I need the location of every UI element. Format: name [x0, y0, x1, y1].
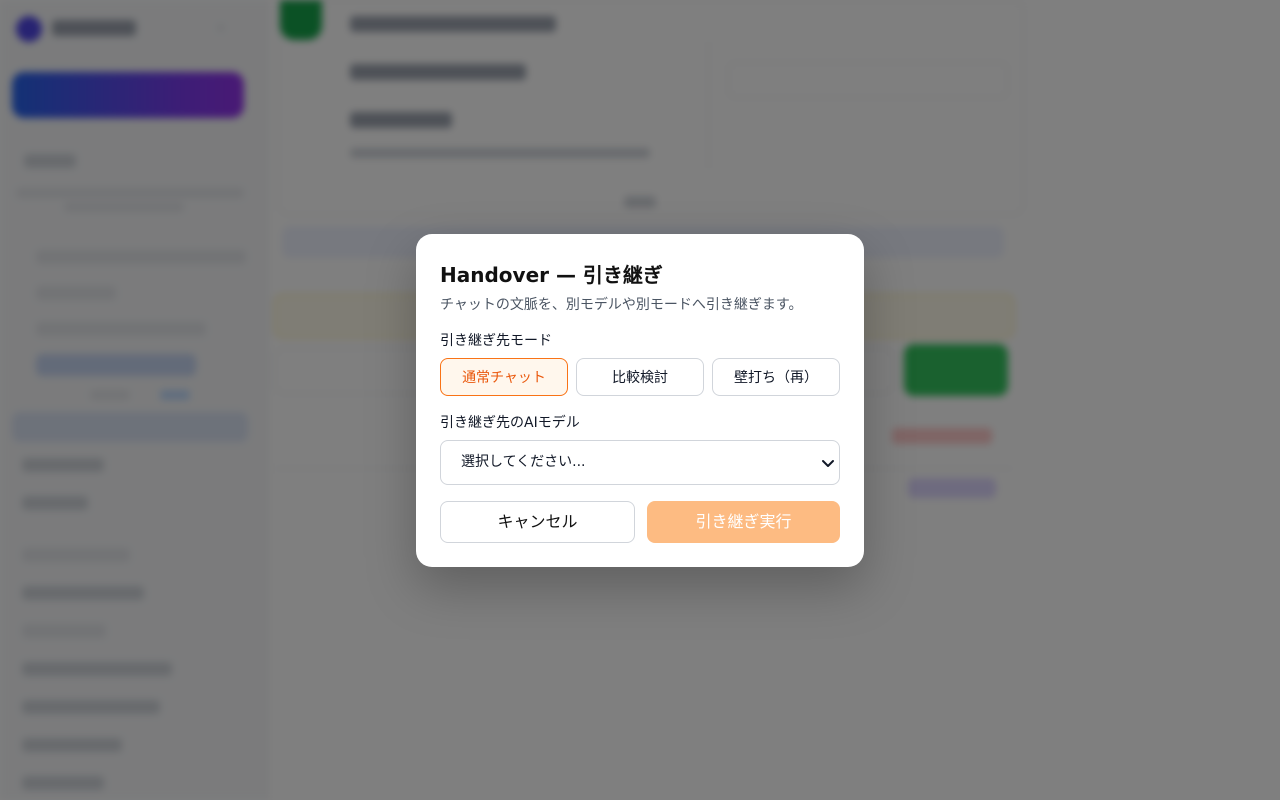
chevron-down-icon	[822, 460, 834, 467]
mode-option-comparison[interactable]: 比較検討	[576, 358, 704, 396]
mode-option-brainstorm-again[interactable]: 壁打ち（再）	[712, 358, 840, 396]
execute-handover-button[interactable]: 引き継ぎ実行	[647, 501, 840, 543]
mode-option-normal-chat[interactable]: 通常チャット	[440, 358, 568, 396]
handover-dialog: Handover — 引き継ぎ チャットの文脈を、別モデルや別モードへ引き継ぎま…	[416, 234, 864, 567]
cancel-button[interactable]: キャンセル	[440, 501, 635, 543]
model-select-value: 選択してください...	[461, 454, 586, 470]
dialog-title: Handover — 引き継ぎ	[440, 263, 663, 287]
model-label: 引き継ぎ先のAIモデル	[440, 415, 580, 431]
model-select[interactable]: 選択してください...	[440, 440, 840, 485]
mode-label: 引き継ぎ先モード	[440, 333, 552, 349]
dialog-subtitle: チャットの文脈を、別モデルや別モードへ引き継ぎます。	[440, 297, 803, 313]
